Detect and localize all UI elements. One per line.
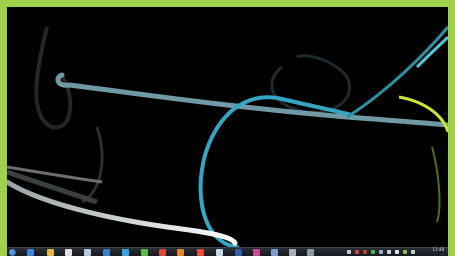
flag-icon[interactable] xyxy=(159,249,166,256)
tray-arrow-icon[interactable] xyxy=(347,250,351,254)
document-icon[interactable] xyxy=(84,249,91,256)
faint-trail xyxy=(81,126,104,204)
media-player-icon[interactable] xyxy=(65,249,72,256)
start-button[interactable] xyxy=(9,249,16,256)
window-app-icon-2[interactable] xyxy=(307,249,314,256)
tray-speaker-icon[interactable] xyxy=(411,250,415,254)
mail-icon[interactable] xyxy=(216,249,223,256)
tray-red-icon-2[interactable] xyxy=(363,250,367,254)
internet-explorer-icon[interactable] xyxy=(27,249,34,256)
wallpaper xyxy=(7,26,448,247)
light-trail-cyan xyxy=(415,35,448,69)
tray-network-icon[interactable] xyxy=(379,250,383,254)
screen-app-icon[interactable] xyxy=(271,249,278,256)
taskbar: 13:48 ... xyxy=(7,247,448,256)
tray-battery-icon[interactable] xyxy=(403,250,407,254)
faint-trail xyxy=(34,26,73,130)
desktop-screen: 13:48 ... xyxy=(7,7,448,256)
chrome-icon[interactable] xyxy=(197,249,204,256)
word-icon[interactable] xyxy=(235,249,242,256)
app-icon-blue[interactable] xyxy=(103,249,110,256)
paint-icon[interactable] xyxy=(253,249,260,256)
tray-red-icon[interactable] xyxy=(355,250,359,254)
tray-green-icon[interactable] xyxy=(371,250,375,254)
light-trail-teal-2 xyxy=(346,26,448,119)
system-clock[interactable]: 13:48 ... xyxy=(432,248,444,256)
tray-volume-icon[interactable] xyxy=(387,250,391,254)
light-trail-green xyxy=(431,146,441,223)
skype-icon[interactable] xyxy=(122,249,129,256)
window-app-icon[interactable] xyxy=(289,249,296,256)
orange-app-icon[interactable] xyxy=(177,249,184,256)
light-trail-teal xyxy=(198,95,354,247)
clock-date: ... xyxy=(440,251,444,256)
folder-icon[interactable] xyxy=(47,249,54,256)
tray-flag-icon[interactable] xyxy=(395,250,399,254)
green-app-icon[interactable] xyxy=(141,249,148,256)
